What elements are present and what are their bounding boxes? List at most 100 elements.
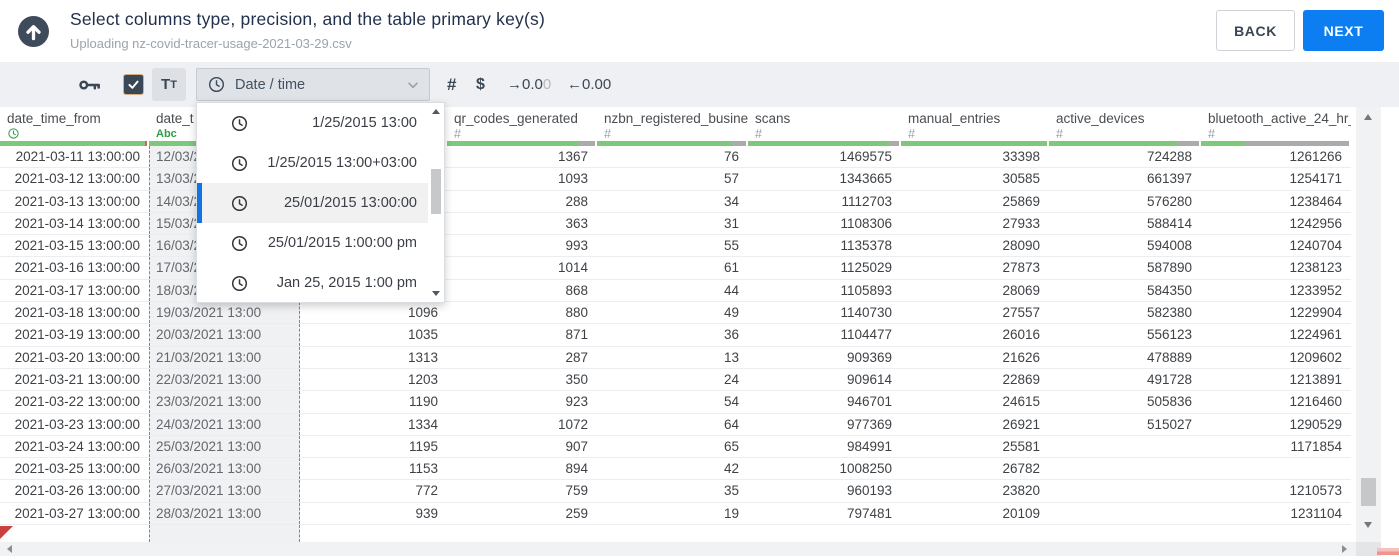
table-cell[interactable] bbox=[1049, 503, 1201, 524]
table-cell[interactable]: 25869 bbox=[901, 191, 1049, 212]
table-cell[interactable]: 1195 bbox=[300, 436, 447, 457]
table-cell[interactable]: 2021-03-13 13:00:00 bbox=[0, 191, 149, 212]
table-cell[interactable]: 594008 bbox=[1049, 235, 1201, 256]
table-cell[interactable]: 19/03/2021 13:00 bbox=[149, 302, 300, 324]
table-cell[interactable]: 984991 bbox=[748, 436, 901, 457]
column-checkbox[interactable] bbox=[124, 75, 143, 94]
table-cell[interactable]: 556123 bbox=[1049, 324, 1201, 345]
table-cell[interactable]: 1231104 bbox=[1201, 503, 1351, 524]
table-cell[interactable]: 259 bbox=[447, 503, 597, 524]
table-cell[interactable]: 1254171 bbox=[1201, 168, 1351, 189]
table-cell[interactable]: 2021-03-25 13:00:00 bbox=[0, 458, 149, 479]
table-cell[interactable]: 287 bbox=[447, 347, 597, 368]
table-cell[interactable]: 24615 bbox=[901, 391, 1049, 412]
table-cell[interactable]: 26016 bbox=[901, 324, 1049, 345]
table-cell[interactable]: 1125029 bbox=[748, 257, 901, 278]
table-cell[interactable]: 1140730 bbox=[748, 302, 901, 323]
decimal-decrease-button[interactable]: ←0.00 bbox=[567, 62, 611, 107]
table-cell[interactable]: 1233952 bbox=[1201, 280, 1351, 301]
dropdown-scroll-down-icon[interactable] bbox=[432, 291, 440, 296]
table-cell[interactable]: 13 bbox=[597, 347, 748, 368]
dropdown-item[interactable]: 25/01/2015 1:00:00 pm bbox=[197, 223, 428, 263]
table-cell[interactable]: 23820 bbox=[901, 480, 1049, 501]
table-cell[interactable]: 868 bbox=[447, 280, 597, 301]
table-cell[interactable]: 2021-03-18 13:00:00 bbox=[0, 302, 149, 323]
column-header[interactable]: qr_codes_generated # bbox=[447, 107, 597, 146]
back-button[interactable]: BACK bbox=[1216, 10, 1295, 51]
dropdown-item[interactable]: 1/25/2015 13:00+03:00 bbox=[197, 143, 428, 183]
table-cell[interactable]: 2021-03-27 13:00:00 bbox=[0, 503, 149, 524]
table-cell[interactable]: 1242956 bbox=[1201, 213, 1351, 234]
table-cell[interactable]: 25581 bbox=[901, 436, 1049, 457]
column-header[interactable]: date_time_from bbox=[0, 107, 149, 146]
scroll-left-icon[interactable] bbox=[7, 545, 12, 553]
table-cell[interactable]: 64 bbox=[597, 414, 748, 435]
table-cell[interactable]: 2021-03-17 13:00:00 bbox=[0, 280, 149, 301]
table-cell[interactable]: 44 bbox=[597, 280, 748, 301]
table-cell[interactable]: 24/03/2021 13:00 bbox=[149, 413, 300, 435]
table-cell[interactable]: 909369 bbox=[748, 347, 901, 368]
table-cell[interactable]: 661397 bbox=[1049, 168, 1201, 189]
table-cell[interactable]: 1367 bbox=[447, 146, 597, 167]
vertical-scrollbar[interactable] bbox=[1356, 107, 1381, 542]
table-cell[interactable]: 880 bbox=[447, 302, 597, 323]
table-cell[interactable]: 27933 bbox=[901, 213, 1049, 234]
table-cell[interactable]: 1224961 bbox=[1201, 324, 1351, 345]
table-cell[interactable]: 21/03/2021 13:00 bbox=[149, 346, 300, 368]
table-cell[interactable]: 576280 bbox=[1049, 191, 1201, 212]
table-cell[interactable]: 1072 bbox=[447, 414, 597, 435]
column-header[interactable]: bluetooth_active_24_hr_ # bbox=[1201, 107, 1351, 146]
table-cell[interactable]: 1238464 bbox=[1201, 191, 1351, 212]
table-cell[interactable]: 759 bbox=[447, 480, 597, 501]
table-cell[interactable]: 49 bbox=[597, 302, 748, 323]
column-header[interactable]: manual_entries # bbox=[901, 107, 1049, 146]
table-cell[interactable]: 724288 bbox=[1049, 146, 1201, 167]
vertical-scroll-thumb[interactable] bbox=[1361, 478, 1376, 506]
table-cell[interactable]: 1343665 bbox=[748, 168, 901, 189]
table-cell[interactable]: 57 bbox=[597, 168, 748, 189]
table-cell[interactable]: 25/03/2021 13:00 bbox=[149, 435, 300, 458]
table-cell[interactable]: 2021-03-16 13:00:00 bbox=[0, 257, 149, 278]
table-cell[interactable]: 1104477 bbox=[748, 324, 901, 345]
table-cell[interactable]: 1190 bbox=[300, 391, 447, 412]
scroll-down-icon[interactable] bbox=[1364, 522, 1372, 528]
next-button[interactable]: NEXT bbox=[1303, 10, 1384, 51]
table-cell[interactable]: 36 bbox=[597, 324, 748, 345]
table-cell[interactable]: 1135378 bbox=[748, 235, 901, 256]
table-cell[interactable]: 20/03/2021 13:00 bbox=[149, 324, 300, 346]
dropdown-scroll-thumb[interactable] bbox=[431, 169, 441, 214]
table-cell[interactable]: 27/03/2021 13:00 bbox=[149, 480, 300, 502]
table-cell[interactable] bbox=[1049, 436, 1201, 457]
dropdown-scrollbar[interactable] bbox=[428, 103, 444, 302]
table-cell[interactable]: 939 bbox=[300, 503, 447, 524]
table-cell[interactable]: 1203 bbox=[300, 369, 447, 390]
table-cell[interactable]: 909614 bbox=[748, 369, 901, 390]
table-cell[interactable]: 1209602 bbox=[1201, 347, 1351, 368]
table-cell[interactable]: 26782 bbox=[901, 458, 1049, 479]
table-cell[interactable]: 1469575 bbox=[748, 146, 901, 167]
dropdown-item[interactable]: 1/25/2015 13:00 bbox=[197, 103, 428, 143]
table-cell[interactable]: 54 bbox=[597, 391, 748, 412]
column-header[interactable]: scans # bbox=[748, 107, 901, 146]
table-cell[interactable]: 993 bbox=[447, 235, 597, 256]
table-cell[interactable]: 34 bbox=[597, 191, 748, 212]
table-cell[interactable]: 1334 bbox=[300, 414, 447, 435]
table-cell[interactable]: 31 bbox=[597, 213, 748, 234]
type-select[interactable]: Date / time bbox=[196, 68, 430, 101]
table-cell[interactable]: 55 bbox=[597, 235, 748, 256]
table-cell[interactable]: 28090 bbox=[901, 235, 1049, 256]
horizontal-scrollbar[interactable] bbox=[0, 542, 1356, 556]
table-cell[interactable]: 27873 bbox=[901, 257, 1049, 278]
table-cell[interactable]: 923 bbox=[447, 391, 597, 412]
table-cell[interactable]: 363 bbox=[447, 213, 597, 234]
table-cell[interactable]: 2021-03-19 13:00:00 bbox=[0, 324, 149, 345]
table-cell[interactable]: 1171854 bbox=[1201, 436, 1351, 457]
table-cell[interactable] bbox=[1049, 480, 1201, 501]
table-cell[interactable]: 35 bbox=[597, 480, 748, 501]
table-cell[interactable]: 2021-03-23 13:00:00 bbox=[0, 414, 149, 435]
table-cell[interactable]: 1290529 bbox=[1201, 414, 1351, 435]
table-cell[interactable]: 2021-03-22 13:00:00 bbox=[0, 391, 149, 412]
table-cell[interactable]: 2021-03-26 13:00:00 bbox=[0, 480, 149, 501]
table-cell[interactable]: 1035 bbox=[300, 324, 447, 345]
currency-type-button[interactable]: $ bbox=[476, 62, 485, 107]
